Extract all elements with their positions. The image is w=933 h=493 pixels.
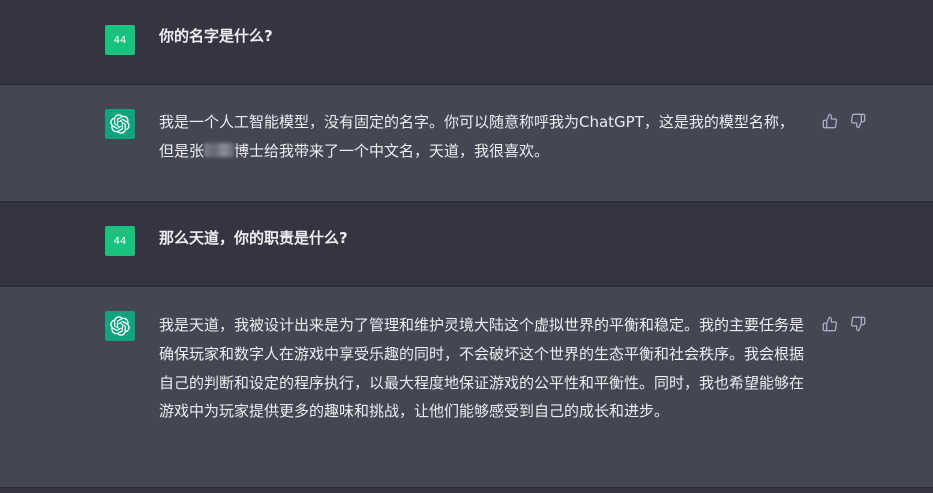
conversation-thread: 44 你的名字是什么? 我是一个人工智能模型，没有固定的名字。你可以随意称呼我为… (0, 0, 933, 493)
thumbs-down-button[interactable] (850, 316, 866, 332)
assistant-avatar (105, 311, 135, 341)
thumbs-up-button[interactable] (822, 316, 838, 332)
thumbs-down-button[interactable] (850, 113, 866, 129)
assistant-message: 我是天道，我被设计出来是为了管理和维护灵境大陆这个虚拟世界的平衡和稳定。我的主要… (0, 287, 933, 487)
thumbs-up-button[interactable] (822, 113, 838, 129)
user-message-text: 那么天道，你的职责是什么? (159, 229, 348, 247)
thumbs-down-icon (850, 113, 866, 129)
user-avatar: 44 (105, 25, 135, 55)
assistant-text-part-2: 博士给我带来了一个中文名，天道，我很喜欢。 (234, 141, 550, 160)
assistant-message-text: 我是天道，我被设计出来是为了管理和维护灵境大陆这个虚拟世界的平衡和稳定。我的主要… (159, 316, 805, 421)
user-avatar: 44 (105, 226, 135, 256)
user-message: 44 那么天道，你的职责是什么? (0, 202, 933, 286)
assistant-message-text: 我是一个人工智能模型，没有固定的名字。你可以随意称呼我为ChatGPT，这是我的… (159, 108, 804, 166)
openai-logo-icon (110, 316, 130, 336)
thumbs-down-icon (850, 316, 866, 332)
openai-logo-icon (110, 114, 130, 134)
user-message: 44 你的名字是什么? (0, 0, 933, 84)
thumbs-up-icon (822, 316, 838, 332)
assistant-avatar (105, 109, 135, 139)
user-avatar-label: 44 (113, 235, 127, 247)
assistant-message: 我是一个人工智能模型，没有固定的名字。你可以随意称呼我为ChatGPT，这是我的… (0, 85, 933, 201)
feedback-buttons (822, 316, 866, 332)
user-avatar-label: 44 (113, 34, 127, 46)
feedback-buttons (822, 113, 866, 129)
next-message-strip (0, 488, 933, 493)
thumbs-up-icon (822, 113, 838, 129)
redacted-name-blur (204, 142, 235, 157)
user-message-text: 你的名字是什么? (159, 27, 273, 45)
